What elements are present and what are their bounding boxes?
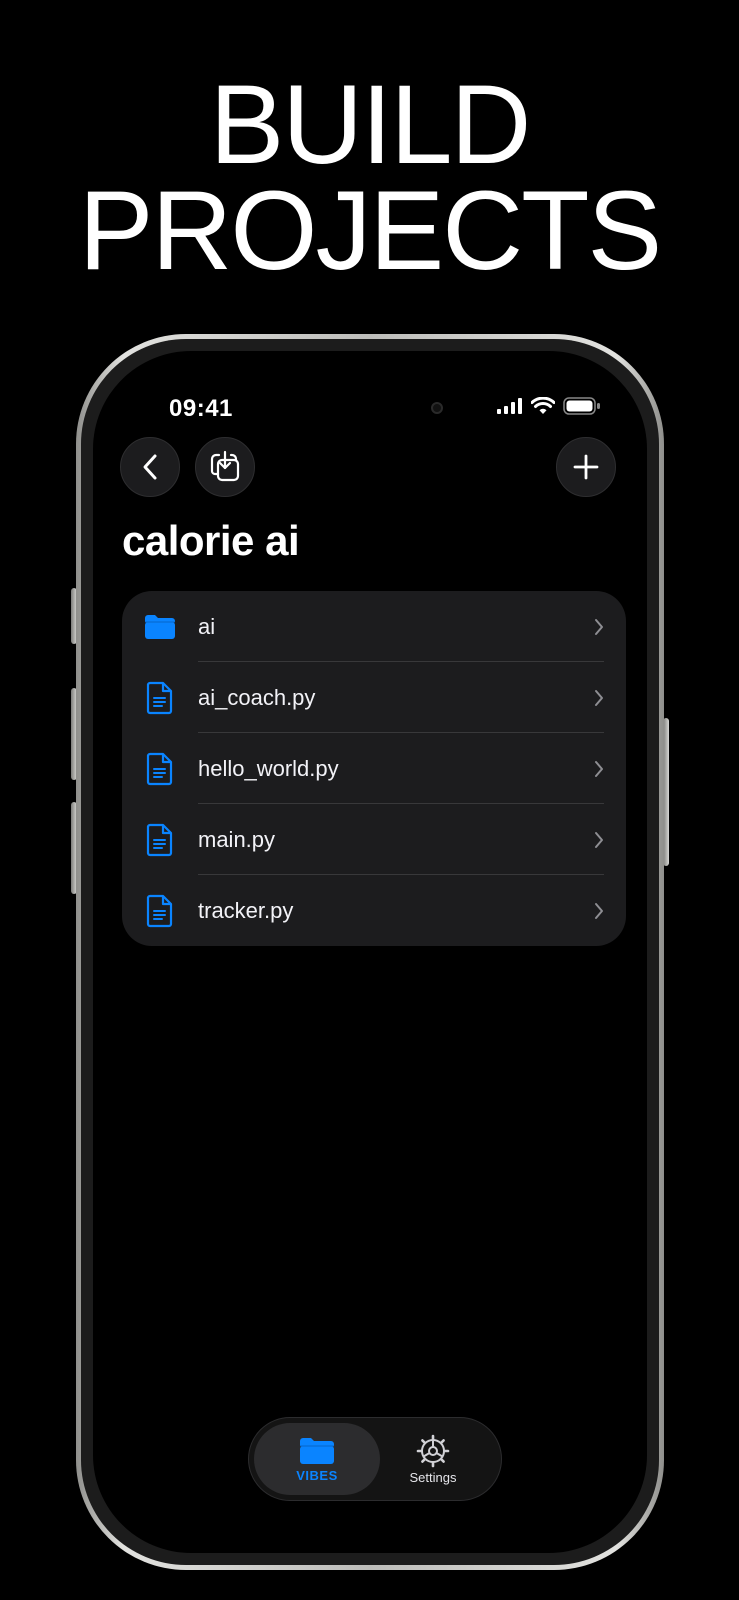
document-icon	[142, 680, 178, 716]
wifi-icon	[531, 397, 555, 414]
status-icons	[497, 397, 601, 415]
phone-screen: 09:41 calorie ai ai ai_coach.py hello_wo…	[93, 351, 647, 1553]
phone-frame: 09:41 calorie ai ai ai_coach.py hello_wo…	[76, 334, 664, 1570]
chevron-right-icon	[595, 618, 603, 635]
list-item-label: ai_coach.py	[198, 684, 316, 710]
folder-icon	[142, 609, 178, 645]
list-item-label: main.py	[198, 826, 276, 852]
list-item-label: tracker.py	[198, 897, 294, 923]
gear-icon	[416, 1434, 450, 1467]
document-icon	[142, 893, 178, 929]
headline-line-2: PROJECTS	[78, 168, 662, 293]
page-title: calorie ai	[122, 517, 300, 564]
plus-icon	[573, 454, 599, 480]
tab-settings[interactable]: Settings	[373, 1423, 493, 1495]
tab-vibes[interactable]: VIBES	[254, 1423, 380, 1495]
document-icon	[142, 822, 178, 858]
list-item[interactable]: ai	[122, 591, 626, 662]
import-button[interactable]	[195, 437, 255, 497]
chevron-right-icon	[595, 831, 603, 848]
phone-bezel: 09:41 calorie ai ai ai_coach.py hello_wo…	[81, 339, 659, 1565]
folder-icon	[300, 1437, 334, 1464]
add-button[interactable]	[556, 437, 616, 497]
list-item[interactable]: ai_coach.py	[122, 662, 626, 733]
tab-label: Settings	[409, 1469, 457, 1485]
headline-line-1: BUILD	[209, 62, 532, 187]
back-button[interactable]	[120, 437, 180, 497]
list-item[interactable]: hello_world.py	[122, 733, 626, 804]
front-camera	[431, 402, 443, 414]
battery-icon	[563, 397, 600, 415]
tab-bar: VIBES Settings	[248, 1417, 502, 1501]
status-time: 09:41	[169, 395, 233, 422]
list-item-label: hello_world.py	[198, 755, 339, 781]
list-item[interactable]: main.py	[122, 804, 626, 875]
file-list: ai ai_coach.py hello_world.py main.py tr…	[122, 591, 626, 946]
import-download-icon	[210, 450, 240, 482]
cellular-signal-icon	[497, 398, 522, 414]
chevron-right-icon	[595, 902, 603, 919]
chevron-right-icon	[595, 760, 603, 777]
list-item-label: ai	[198, 613, 216, 639]
chevron-right-icon	[595, 689, 603, 706]
document-icon	[142, 751, 178, 787]
tab-label: VIBES	[296, 1467, 338, 1483]
chevron-left-icon	[143, 454, 157, 480]
list-item[interactable]: tracker.py	[122, 875, 626, 946]
